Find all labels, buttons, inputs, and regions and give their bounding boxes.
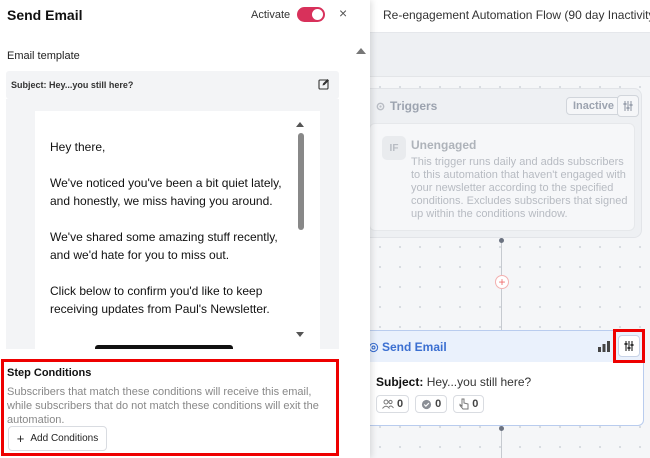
connector-line [501, 289, 502, 330]
add-conditions-button[interactable]: + Add Conditions [8, 426, 107, 451]
trigger-header: Triggers [375, 99, 437, 113]
stat-opens: 0 [415, 395, 448, 413]
users-icon [382, 399, 394, 409]
step-conditions-description: Subscribers that match these conditions … [7, 386, 319, 426]
pointer-icon [459, 398, 469, 410]
trigger-condition[interactable]: IF Unengaged This trigger runs daily and… [369, 123, 635, 231]
flow-title: Re-engagement Automation Flow (90 day In… [383, 8, 650, 22]
email-card-subject: Subject: Hey...you still here? [376, 375, 531, 389]
highlight-box [613, 329, 645, 363]
canvas-toolbar [370, 33, 650, 77]
step-conditions-title: Step Conditions [7, 367, 92, 379]
stat-clicks: 0 [453, 395, 485, 413]
plus-icon: + [16, 431, 25, 446]
email-paragraph: Click below to confirm you'd like to kee… [50, 284, 270, 316]
sliders-icon [623, 101, 633, 111]
stat-value: 0 [435, 398, 442, 410]
activate-toggle[interactable] [297, 7, 325, 22]
step-conditions-section: Step Conditions Subscribers that match t… [1, 359, 339, 456]
send-email-panel: Send Email Activate × Email template Sub… [0, 0, 370, 458]
activate-label: Activate [251, 9, 291, 21]
email-paragraph: We've shared some amazing stuff recently… [50, 230, 278, 262]
panel-scroll-up-arrow[interactable] [356, 48, 366, 54]
subject-bar: Subject: Hey...you still here? [6, 71, 339, 99]
email-body: Hey there, We've noticed you've been a b… [50, 138, 290, 336]
email-card-header: Send Email [361, 331, 643, 362]
subject-label: Subject: [376, 375, 424, 389]
stat-value: 0 [397, 398, 404, 410]
canvas-topbar: Re-engagement Automation Flow (90 day In… [370, 0, 650, 33]
status-badge: Inactive [566, 97, 621, 115]
check-circle-icon [422, 399, 432, 409]
email-template-label: Email template [7, 50, 80, 62]
trigger-settings-button[interactable] [617, 95, 639, 117]
gear-icon [376, 102, 385, 110]
trigger-card[interactable]: Triggers Inactive IF Unengaged This trig… [360, 88, 642, 238]
cta-button[interactable] [95, 345, 233, 349]
if-badge: IF [382, 136, 406, 160]
bar-chart-icon[interactable] [597, 339, 611, 353]
add-conditions-label: Add Conditions [30, 433, 99, 444]
panel-title: Send Email [7, 7, 83, 23]
template-preview-area: Hey there, We've noticed you've been a b… [6, 99, 339, 349]
stat-value: 0 [472, 398, 479, 410]
connector-dot [499, 426, 504, 431]
subject-line: Subject: Hey...you still here? [11, 80, 134, 90]
email-paragraph: We've noticed you've been a bit quiet la… [50, 176, 282, 208]
email-preview[interactable]: Hey there, We've noticed you've been a b… [35, 111, 320, 349]
toggle-knob [312, 9, 323, 20]
email-card-title-wrap: Send Email [368, 340, 447, 354]
preview-scroll-up-arrow[interactable] [296, 122, 304, 127]
connector-line [501, 238, 502, 275]
email-card-title: Send Email [382, 340, 447, 354]
edit-icon[interactable] [318, 78, 330, 90]
condition-name: Unengaged [411, 138, 477, 152]
connector-dot [499, 238, 504, 243]
add-step-button[interactable]: + [495, 275, 509, 289]
trigger-title: Triggers [390, 99, 438, 113]
stat-recipients: 0 [376, 395, 410, 413]
condition-description: This trigger runs daily and adds subscri… [411, 156, 628, 220]
close-button[interactable]: × [339, 5, 347, 21]
email-paragraph: Hey there, [50, 140, 106, 154]
preview-scrollbar-thumb[interactable] [298, 133, 304, 230]
preview-scroll-down-arrow[interactable] [296, 332, 304, 337]
subject-value: Hey...you still here? [426, 375, 532, 389]
email-stats: 0 0 0 [376, 395, 485, 413]
send-email-card[interactable]: Send Email Subject: Hey...you still here… [360, 330, 644, 426]
